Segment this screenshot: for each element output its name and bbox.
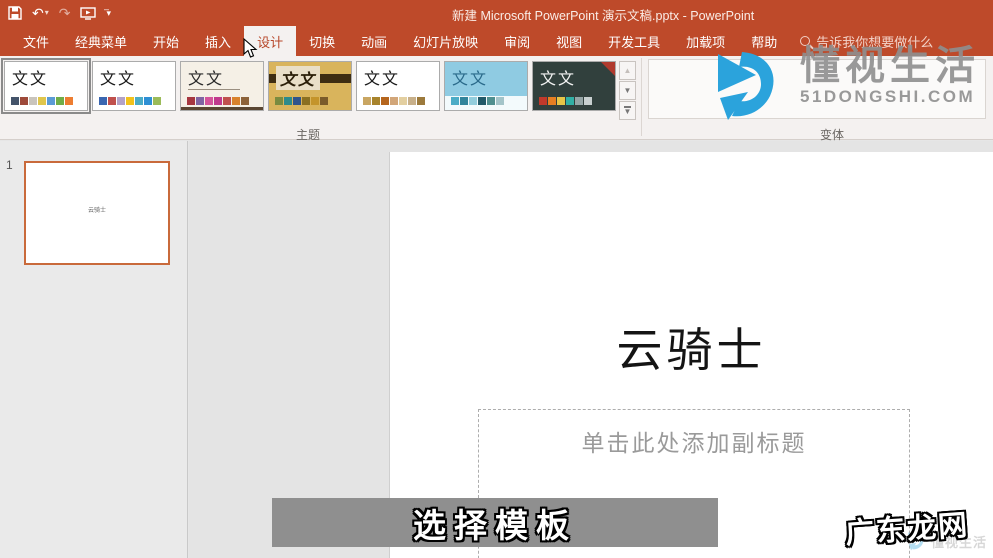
- ribbon-design-panel: 文文 文文 文文 文文 文文 文文 文文 ▲ ▼ ▼ 主题 变体: [0, 56, 993, 142]
- customize-qat-icon[interactable]: ▾ –: [104, 4, 116, 22]
- gallery-scroll-up-icon[interactable]: ▲: [619, 61, 636, 80]
- slide-thumbnail-1[interactable]: 云骑士: [24, 161, 170, 265]
- theme-color-swatches: [539, 97, 592, 105]
- group-divider: [641, 58, 642, 136]
- video-caption-text: 选择模板: [413, 506, 577, 544]
- theme-color-swatches: [451, 97, 504, 105]
- tellme-label: 告诉我你想要做什么: [816, 34, 934, 50]
- start-slideshow-icon[interactable]: [80, 6, 97, 20]
- theme-color-swatches: [187, 97, 249, 105]
- window-title: 新建 Microsoft PowerPoint 演示文稿.pptx - Powe…: [452, 9, 755, 23]
- theme-gallery: 文文 文文 文文 文文 文文 文文 文文: [1, 58, 616, 114]
- theme-thumbnail-5[interactable]: 文文: [356, 61, 440, 111]
- theme-thumbnail-4[interactable]: 文文: [268, 61, 352, 111]
- tab-4[interactable]: 设计: [244, 26, 297, 56]
- slide-thumbnail-title: 云骑士: [87, 207, 106, 214]
- theme-thumbnail-6[interactable]: 文文: [444, 61, 528, 111]
- gallery-more-icon[interactable]: ▼: [619, 101, 636, 120]
- tab-3[interactable]: 插入: [192, 26, 244, 56]
- theme-thumbnail-7[interactable]: 文文: [532, 61, 616, 111]
- tab-10[interactable]: 开发工具: [595, 26, 673, 56]
- tab-6[interactable]: 动画: [348, 26, 400, 56]
- tab-7[interactable]: 幻灯片放映: [400, 26, 491, 56]
- theme-sample-text: 文文: [100, 69, 137, 88]
- theme-thumbnail-3[interactable]: 文文: [180, 61, 264, 111]
- theme-sample-text: 文文: [188, 65, 241, 90]
- slides-panel: 1 云骑士: [0, 141, 188, 558]
- variant-thumbnail[interactable]: [648, 59, 986, 119]
- tab-9[interactable]: 视图: [543, 26, 595, 56]
- tab-5[interactable]: 切换: [296, 26, 348, 56]
- tellme-search[interactable]: 告诉我你想要做什么: [790, 26, 943, 56]
- theme-sample-text: 文文: [12, 69, 49, 88]
- redo-button[interactable]: ↷: [59, 4, 71, 22]
- tab-1[interactable]: 经典菜单: [62, 26, 140, 56]
- theme-color-swatches: [11, 97, 73, 105]
- save-icon[interactable]: [8, 6, 22, 20]
- slide-number: 1: [6, 158, 13, 172]
- tab-8[interactable]: 审阅: [491, 26, 543, 56]
- slide-title-text[interactable]: 云骑士: [390, 314, 993, 380]
- powerpoint-window: ↶ ▾ ↷ ▾ – 新建 Microsoft PowerPoint 演示文稿.ppt…: [0, 0, 993, 558]
- theme-thumbnail-1[interactable]: 文文: [1, 58, 91, 114]
- tab-2[interactable]: 开始: [140, 26, 192, 56]
- title-bar: ↶ ▾ ↷ ▾ – 新建 Microsoft PowerPoint 演示文稿.ppt…: [0, 0, 993, 26]
- theme-color-swatches: [275, 97, 328, 105]
- tab-11[interactable]: 加载项: [673, 26, 738, 56]
- theme-color-swatches: [99, 97, 161, 105]
- theme-gallery-scrollbar: ▲ ▼ ▼: [619, 61, 636, 120]
- video-caption-bar: 选择模板: [272, 498, 718, 547]
- theme-sample-text: 文文: [276, 66, 321, 90]
- gallery-scroll-down-icon[interactable]: ▼: [619, 81, 636, 100]
- theme-color-swatches: [363, 97, 425, 105]
- undo-dropdown-icon[interactable]: ▾: [45, 4, 49, 22]
- search-icon: [800, 36, 811, 46]
- theme-sample-text: 文文: [452, 69, 489, 88]
- ribbon-tab-bar: 文件 经典菜单 开始 插入 设计 切换 动画 幻灯片放映 审阅 视图 开发工具 加载项 帮助 告诉我你想要…: [0, 26, 993, 56]
- theme-sample-text: 文文: [364, 69, 401, 88]
- quick-access-toolbar: ↶ ▾ ↷ ▾ –: [8, 3, 116, 23]
- theme-sample-text: 文文: [540, 69, 577, 88]
- undo-button[interactable]: ↶ ▾: [32, 4, 49, 22]
- subtitle-placeholder-text: 单击此处添加副标题: [581, 431, 807, 457]
- tab-12[interactable]: 帮助: [738, 26, 790, 56]
- tab-file[interactable]: 文件: [10, 26, 62, 56]
- theme-thumbnail-2[interactable]: 文文: [92, 61, 176, 111]
